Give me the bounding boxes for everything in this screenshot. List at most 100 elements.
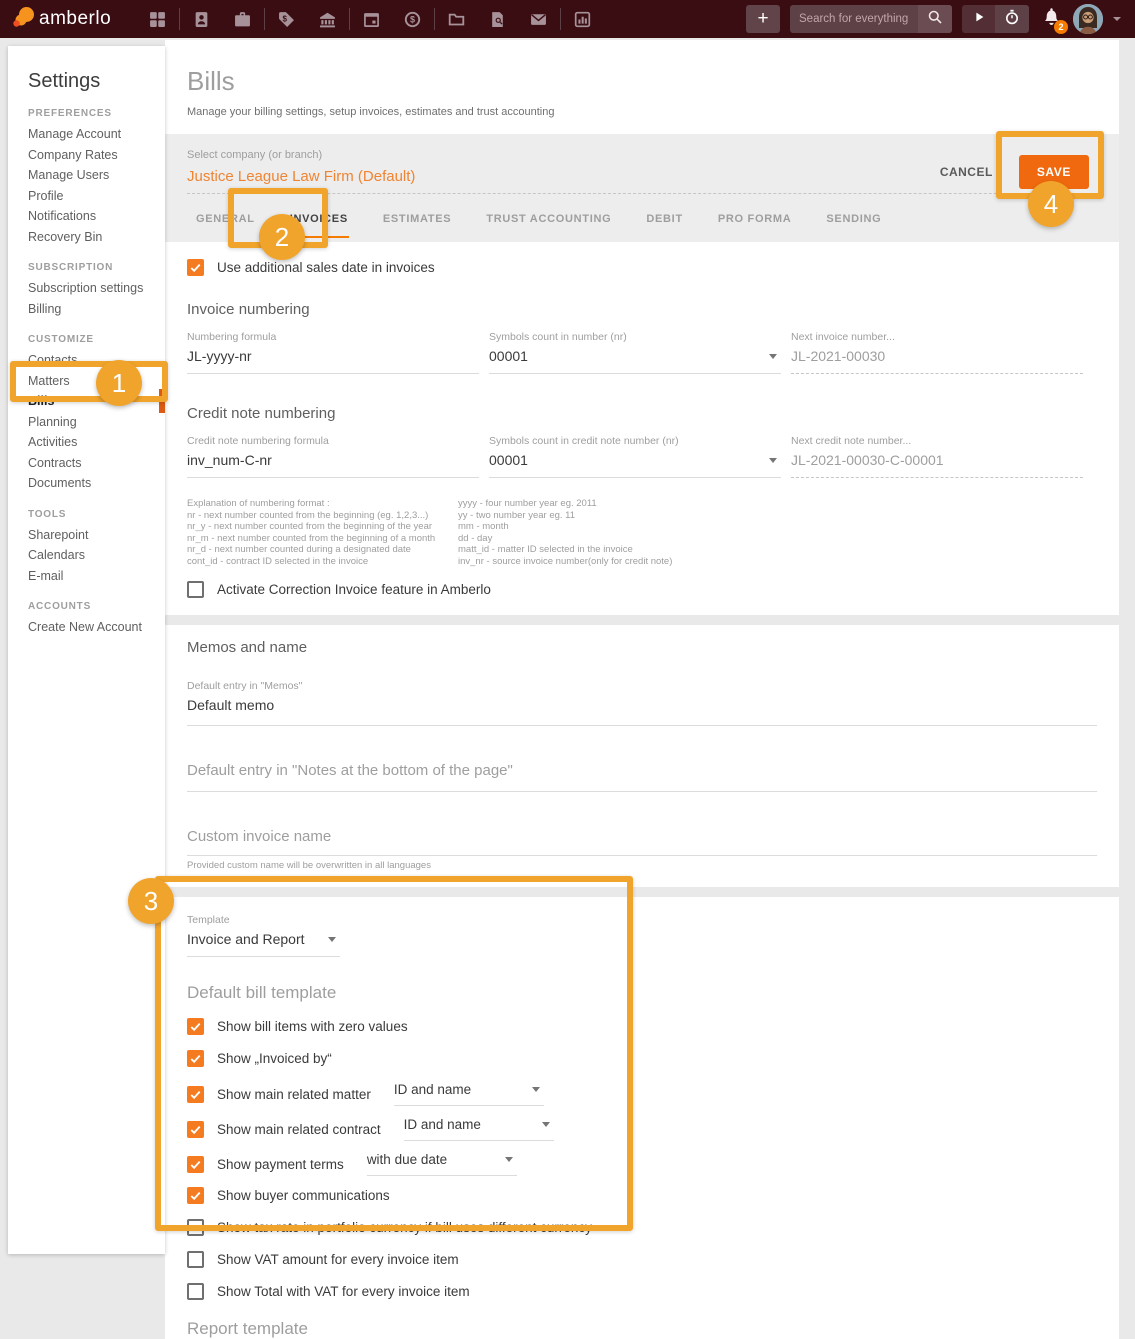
trust-accounting-icon[interactable] (307, 0, 348, 38)
sidebar-item-contacts[interactable]: Contacts (8, 350, 165, 371)
numbering-card: Use additional sales date in invoices In… (165, 242, 1119, 615)
sidebar-item-bills[interactable]: Bills (8, 391, 165, 412)
template-select-value: Invoice and Report (187, 931, 305, 947)
option-select-value: with due date (367, 1152, 447, 1167)
sidebar-item-company-rates[interactable]: Company Rates (8, 145, 165, 166)
custom-invoice-name-input[interactable]: Custom invoice name (187, 828, 1097, 856)
contacts-icon[interactable] (181, 0, 222, 38)
template-select[interactable]: Invoice and Report (187, 931, 340, 957)
option-checkbox-show-main-related-contract[interactable] (187, 1121, 204, 1138)
option-checkbox-show-tax-rate-in-portfolio-currency-if-bill-uses-different-currency[interactable] (187, 1219, 204, 1236)
sidebar-item-create-new-account[interactable]: Create New Account (8, 617, 165, 638)
option-checkbox-show-buyer-communications[interactable] (187, 1187, 204, 1204)
sidebar-item-sharepoint[interactable]: Sharepoint (8, 525, 165, 546)
tab-trust-accounting[interactable]: TRUST ACCOUNTING (485, 204, 612, 238)
dashboard-icon[interactable] (137, 0, 178, 38)
option-checkbox-show-bill-items-with-zero-values[interactable] (187, 1018, 204, 1035)
default-bill-template-heading: Default bill template (187, 983, 1097, 1003)
notifications-button[interactable]: 2 (1039, 7, 1063, 31)
profile-menu-caret-icon[interactable] (1113, 17, 1121, 21)
explanation-line: nr_m - next number counted from the begi… (187, 533, 458, 545)
tab-sending[interactable]: SENDING (825, 204, 882, 238)
field-select[interactable]: 00001 (489, 452, 781, 478)
search-input[interactable] (790, 13, 918, 25)
stopwatch-button[interactable] (995, 5, 1029, 33)
tab-debit[interactable]: DEBIT (645, 204, 684, 238)
sidebar-item-manage-account[interactable]: Manage Account (8, 124, 165, 145)
documents-icon[interactable] (477, 0, 518, 38)
sidebar-item-manage-users[interactable]: Manage Users (8, 165, 165, 186)
invoice-numbering-fields: Numbering formulaJL-yyyy-nrSymbols count… (187, 331, 1097, 374)
sidebar-item-contracts[interactable]: Contracts (8, 453, 165, 474)
billing-icon[interactable]: $ (266, 0, 307, 38)
sidebar-item-documents[interactable]: Documents (8, 473, 165, 494)
option-select-value: ID and name (404, 1117, 481, 1132)
main-content: Bills Manage your billing settings, setu… (165, 40, 1119, 1254)
invoice-numbering-heading: Invoice numbering (187, 301, 1097, 318)
sidebar-item-notifications[interactable]: Notifications (8, 206, 165, 227)
sidebar-item-recovery-bin[interactable]: Recovery Bin (8, 227, 165, 248)
start-timer-button[interactable] (962, 5, 995, 33)
mail-icon[interactable] (518, 0, 559, 38)
files-icon[interactable] (436, 0, 477, 38)
notification-count-badge: 2 (1054, 20, 1068, 34)
memo-field-input[interactable]: Default memo (187, 697, 1097, 726)
search-button[interactable] (918, 5, 952, 33)
field-input[interactable]: inv_num-C-nr (187, 452, 479, 478)
option-select-show-main-related-contract[interactable]: ID and name (404, 1117, 554, 1141)
reports-icon[interactable] (562, 0, 603, 38)
option-row-show-payment-terms: Show payment termswith due date (187, 1152, 1097, 1176)
explanation-line: matt_id - matter ID selected in the invo… (458, 544, 1097, 556)
explanation-line: Explanation of numbering format : (187, 498, 458, 510)
tab-general[interactable]: GENERAL (195, 204, 256, 238)
option-label: Show main related contract (217, 1122, 381, 1137)
sidebar-item-planning[interactable]: Planning (8, 412, 165, 433)
option-label: Show bill items with zero values (217, 1019, 408, 1034)
notes-field-input[interactable]: Default entry in "Notes at the bottom of… (187, 762, 1097, 792)
time-tracking-icon[interactable]: $ (392, 0, 433, 38)
page-subtitle: Manage your billing settings, setup invo… (187, 106, 1097, 118)
option-select-show-main-related-matter[interactable]: ID and name (394, 1082, 544, 1106)
nav-divider (434, 8, 435, 30)
amberlo-logo-text: amberlo (39, 8, 111, 30)
correction-invoice-checkbox-checkbox[interactable] (187, 581, 204, 598)
sidebar-item-subscription-settings[interactable]: Subscription settings (8, 278, 165, 299)
quick-add-button[interactable]: + (746, 5, 780, 33)
matters-icon[interactable] (222, 0, 263, 38)
field-next-credit-note-number: Next credit note number...JL-2021-00030-… (791, 435, 1083, 478)
page-header: Bills Manage your billing settings, setu… (165, 40, 1119, 134)
sidebar-section-tools: TOOLS (28, 509, 165, 520)
nav-divider (264, 8, 265, 30)
calendar-icon[interactable] (351, 0, 392, 38)
option-checkbox-show-total-with-vat-for-every-invoice-item[interactable] (187, 1283, 204, 1300)
tab-pro-forma[interactable]: PRO FORMA (717, 204, 793, 238)
option-checkbox-show-invoiced-by[interactable] (187, 1050, 204, 1067)
option-checkbox-show-main-related-matter[interactable] (187, 1086, 204, 1103)
sidebar-item-billing[interactable]: Billing (8, 299, 165, 320)
sidebar-item-e-mail[interactable]: E-mail (8, 566, 165, 587)
option-select-show-payment-terms[interactable]: with due date (367, 1152, 517, 1176)
avatar[interactable] (1073, 4, 1103, 34)
field-select[interactable]: 00001 (489, 348, 781, 374)
amberlo-logo[interactable]: amberlo (12, 5, 111, 34)
template-card: Template Invoice and Report Default bill… (165, 897, 1119, 1339)
sidebar-nav: PREFERENCES Manage AccountCompany RatesMa… (8, 108, 165, 638)
explanation-left-column: Explanation of numbering format :nr - ne… (187, 498, 458, 567)
option-checkbox-show-payment-terms[interactable] (187, 1156, 204, 1173)
settings-toolbar: Select company (or branch) Justice Leagu… (165, 134, 1119, 242)
global-search (790, 5, 952, 33)
readonly-value: JL-2021-00030 (791, 348, 1083, 374)
field-input[interactable]: JL-yyyy-nr (187, 348, 479, 374)
sales-date-checkbox-checkbox[interactable] (187, 259, 204, 276)
option-row-show-total-with-vat-for-every-invoice-item: Show Total with VAT for every invoice it… (187, 1283, 1097, 1300)
option-label: Show tax rate in portfolio currency if b… (217, 1220, 592, 1235)
sidebar-section-preferences: PREFERENCES (28, 108, 165, 119)
tab-estimates[interactable]: ESTIMATES (382, 204, 452, 238)
sidebar-item-activities[interactable]: Activities (8, 432, 165, 453)
option-label: Show VAT amount for every invoice item (217, 1252, 459, 1267)
readonly-value: JL-2021-00030-C-00001 (791, 452, 1083, 478)
cancel-button[interactable]: CANCEL (940, 165, 993, 179)
field-next-invoice-number: Next invoice number...JL-2021-00030 (791, 331, 1083, 374)
sidebar-item-calendars[interactable]: Calendars (8, 545, 165, 566)
sidebar-item-profile[interactable]: Profile (8, 186, 165, 207)
